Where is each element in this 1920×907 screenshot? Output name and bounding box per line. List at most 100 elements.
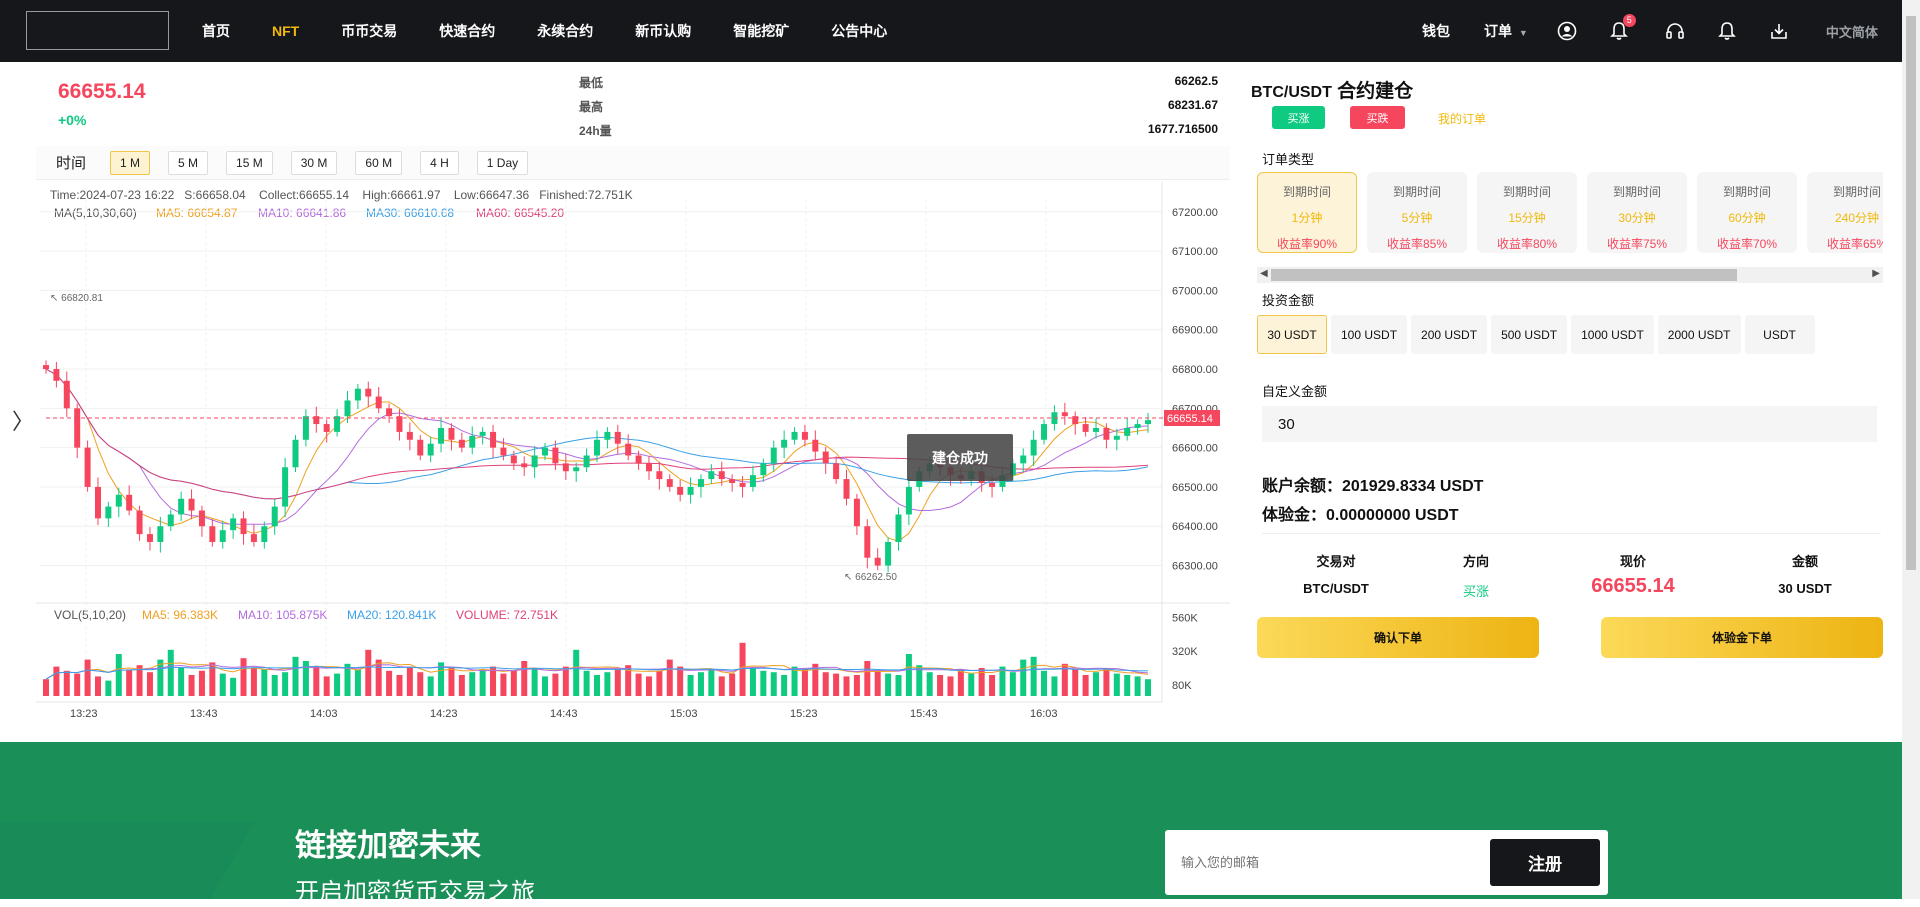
stat-volume: 24h量 1677.716500 [579, 122, 1218, 139]
period-tab-1[interactable]: 5 M [168, 150, 209, 175]
confirm-order-button[interactable]: 确认下单 [1257, 617, 1539, 658]
nav-item-5[interactable]: 新币认购 [635, 21, 691, 41]
order-type-card[interactable]: 到期时间 5分钟 收益率85% [1367, 172, 1467, 253]
download-icon[interactable] [1768, 20, 1790, 42]
panel-pair: BTC/USDT [1251, 84, 1332, 101]
amount-option[interactable]: 2000 USDT [1657, 315, 1741, 354]
chevron-right-icon[interactable]: 〉 [12, 404, 34, 436]
nav-item-3[interactable]: 快速合约 [439, 21, 495, 41]
custom-amount-input[interactable] [1262, 406, 1877, 442]
volume-bar [885, 673, 892, 696]
max-price-mark: ↖ 66820.81 [50, 293, 103, 304]
stat-high-label: 最高 [579, 100, 604, 114]
notification-bell-icon[interactable]: 5 [1608, 14, 1636, 42]
signup-button[interactable]: 注册 [1490, 839, 1600, 886]
orders-label: 订单 [1484, 23, 1512, 39]
current-price: 66655.14 [58, 80, 146, 103]
x-tick-label: 14:23 [430, 708, 458, 720]
candle-body [313, 416, 320, 425]
page-scroll-thumb[interactable] [1906, 16, 1916, 570]
ma5-label: MA5: 66654.87 [156, 206, 238, 220]
headset-icon[interactable] [1664, 20, 1686, 42]
nav-item-6[interactable]: 智能挖矿 [733, 21, 789, 41]
order-type-card[interactable]: 到期时间 240分钟 收益率65% [1807, 172, 1883, 253]
candle-body [344, 400, 351, 417]
order-type-card[interactable]: 到期时间 15分钟 收益率80% [1477, 172, 1577, 253]
volume-bar [1041, 670, 1048, 696]
site-logo[interactable] [26, 11, 169, 50]
amount-option[interactable]: USDT [1744, 315, 1815, 354]
candle-body [1041, 424, 1048, 440]
candle-body [1093, 427, 1100, 432]
volume-bar [63, 670, 70, 696]
order-type-l3: 收益率80% [1496, 237, 1558, 251]
scroll-right-icon[interactable]: ▶ [1872, 268, 1880, 279]
language-selector[interactable]: 中文简体 [1826, 22, 1878, 41]
candle-body [261, 526, 268, 542]
wallet-link[interactable]: 钱包 [1422, 21, 1450, 41]
volume-bars [43, 642, 1151, 696]
candle-body [500, 447, 507, 456]
scroll-left-icon[interactable]: ◀ [1260, 268, 1268, 279]
candle-body [625, 443, 632, 456]
period-tab-0[interactable]: 1 M [110, 150, 151, 175]
volume-bar [1009, 672, 1016, 696]
user-icon[interactable] [1556, 20, 1578, 42]
nav-item-7[interactable]: 公告中心 [831, 21, 887, 41]
kline-chart[interactable]: Time:2024-07-23 16:22 S:66658.04 Collect… [36, 182, 1230, 730]
nav-item-4[interactable]: 永续合约 [537, 21, 593, 41]
amount-option[interactable]: 500 USDT [1491, 315, 1568, 354]
trial-order-button[interactable]: 体验金下单 [1601, 617, 1883, 658]
volume-bar [219, 673, 226, 696]
volume-bar [1020, 659, 1027, 696]
bell-icon[interactable] [1716, 20, 1738, 42]
candle-body [531, 455, 538, 468]
candle-body [781, 439, 788, 448]
scroll-thumb[interactable] [1271, 269, 1737, 281]
buy-rise-button[interactable]: 买涨 [1272, 106, 1325, 129]
order-type-card[interactable]: 到期时间 60分钟 收益率70% [1697, 172, 1797, 253]
volume-bar [105, 680, 112, 696]
y-tick-label: 67000.00 [1172, 285, 1218, 297]
order-type-card[interactable]: 到期时间 30分钟 收益率75% [1587, 172, 1687, 253]
order-type-scrollbar[interactable]: ◀ ▶ [1257, 267, 1883, 283]
order-type-card[interactable]: 到期时间 1分钟 收益率90% [1257, 172, 1357, 253]
nav-item-0[interactable]: 首页 [202, 21, 230, 41]
nav-item-1[interactable]: NFT [272, 23, 299, 39]
candle-body [53, 369, 60, 381]
candle-body [417, 439, 424, 456]
period-tab-6[interactable]: 1 Day [476, 150, 529, 175]
volume-bar [677, 666, 684, 696]
volume-bar [115, 654, 122, 696]
stat-volume-value: 1677.716500 [1147, 122, 1218, 136]
panel-title-text: 合约建仓 [1337, 81, 1414, 102]
candle-body [895, 514, 902, 542]
x-tick-label: 13:23 [70, 708, 98, 720]
x-tick-label: 16:03 [1030, 708, 1058, 720]
candle-body [770, 447, 777, 464]
time-label[interactable]: 时间 [56, 152, 86, 173]
amount-option[interactable]: 1000 USDT [1571, 315, 1654, 354]
candle-body [406, 431, 413, 440]
email-input[interactable] [1181, 842, 1481, 882]
nav-item-2[interactable]: 币币交易 [341, 21, 397, 41]
page-scrollbar[interactable] [1902, 0, 1920, 899]
volume-bar [417, 672, 424, 696]
amount-option[interactable]: 100 USDT [1331, 315, 1408, 354]
volume-bar [261, 669, 268, 696]
period-tab-3[interactable]: 30 M [290, 150, 338, 175]
period-tab-5[interactable]: 4 H [420, 150, 459, 175]
amount-option[interactable]: 30 USDT [1257, 315, 1327, 354]
volume-bar [937, 675, 944, 696]
candle-body [74, 408, 81, 448]
period-tab-2[interactable]: 15 M [226, 150, 273, 175]
order-type-l1: 到期时间 [1832, 185, 1881, 199]
amount-option[interactable]: 200 USDT [1411, 315, 1488, 354]
period-tab-4[interactable]: 60 M [355, 150, 403, 175]
orders-menu[interactable]: 订单 ▼ [1484, 21, 1528, 41]
volume-bar [604, 672, 611, 696]
divider [1262, 533, 1881, 534]
my-orders-link[interactable]: 我的订单 [1438, 110, 1486, 127]
candle-body [864, 526, 871, 558]
buy-fall-button[interactable]: 买跌 [1350, 106, 1405, 129]
